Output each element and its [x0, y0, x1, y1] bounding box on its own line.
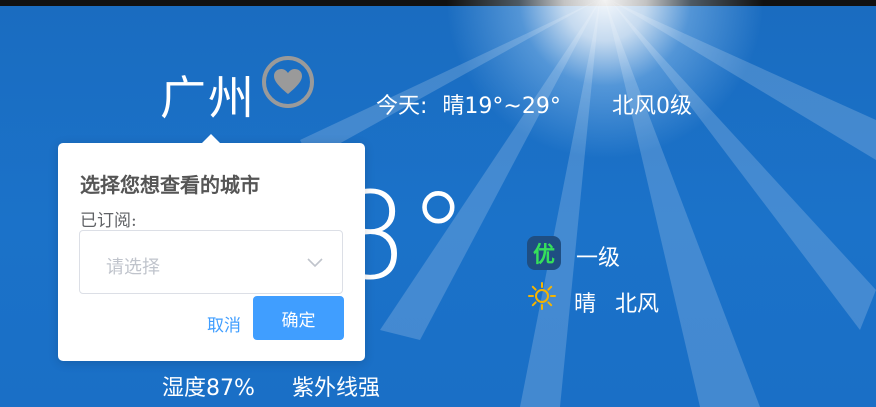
city-select[interactable]: 请选择: [79, 230, 343, 294]
heart-icon: [274, 69, 302, 94]
uv-index: 紫外线强: [292, 376, 381, 401]
favorite-button[interactable]: [262, 56, 314, 108]
subscribed-label: 已订阅:: [80, 211, 137, 231]
humidity: 湿度87%: [162, 376, 255, 401]
popover-arrow: [201, 134, 221, 144]
cancel-button[interactable]: 取消: [194, 306, 254, 340]
wind-text: 北风: [615, 292, 660, 317]
sun-icon: [528, 282, 556, 310]
today-label: 今天:: [376, 94, 428, 119]
condition-text: 晴: [574, 292, 597, 317]
city-name: 广州: [160, 71, 256, 125]
today-wind: 北风0级: [612, 94, 692, 119]
current-condition: 晴 北风: [574, 286, 671, 318]
today-weather: 晴19°~29°: [442, 94, 561, 119]
select-placeholder: 请选择: [106, 257, 160, 278]
today-forecast: 今天: 晴19°~29°: [376, 88, 569, 120]
sun-glow-background: [445, 0, 765, 160]
aqi-badge: 优: [527, 236, 561, 270]
confirm-button[interactable]: 确定: [253, 296, 344, 340]
city-select-popover: 选择您想查看的城市 已订阅: 请选择 取消 确定: [58, 134, 365, 361]
popover-title: 选择您想查看的城市: [80, 173, 260, 197]
chevron-down-icon: [307, 258, 323, 268]
aqi-level: 一级: [576, 246, 621, 271]
